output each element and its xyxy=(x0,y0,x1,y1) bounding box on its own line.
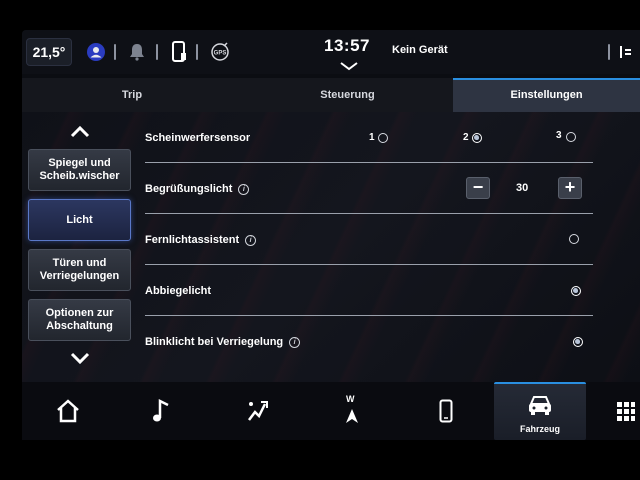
setting-label: Begrüßungslicht i xyxy=(145,183,250,195)
navigation-icon: W xyxy=(342,394,362,426)
compass-label: W xyxy=(346,394,355,404)
nav-label: Fahrzeug xyxy=(519,424,560,434)
setting-row-blinklicht: Blinklicht bei Verriegelung i xyxy=(145,316,593,367)
settings-panel: Spiegel und Scheib.wischer Licht Türen un… xyxy=(22,112,640,382)
setting-row-begruessungslicht: Begrüßungslicht i − 30 + xyxy=(145,163,593,214)
option-label: 2 xyxy=(463,132,469,143)
music-note-icon xyxy=(153,398,169,422)
sidebar-item-label: Spiegel und xyxy=(48,157,111,169)
status-divider xyxy=(196,44,198,60)
nav-fahrzeug[interactable]: Fahrzeug xyxy=(494,382,586,440)
infotainment-screen: 21,5° GPS 13:57 Kein Gerät Trip Steuerun… xyxy=(22,30,640,440)
info-icon[interactable]: i xyxy=(245,234,257,246)
option-label: 3 xyxy=(556,130,562,141)
nav-media[interactable] xyxy=(134,382,190,440)
climate-fan-icon xyxy=(248,401,268,421)
setting-label-text: Fernlichtassistent xyxy=(145,234,240,246)
chevron-down-icon[interactable] xyxy=(339,58,359,76)
notification-bell-icon[interactable] xyxy=(126,40,148,64)
radio-option-2[interactable] xyxy=(472,133,482,143)
tab-bar: Trip Steuerung Einstellungen xyxy=(22,78,640,112)
sidebar-item-label: Verriegelungen xyxy=(39,270,120,282)
bottom-nav: W Fahrzeug xyxy=(22,382,640,440)
nav-phone[interactable] xyxy=(418,382,474,440)
apps-grid-icon xyxy=(617,402,635,421)
tab-einstellungen[interactable]: Einstellungen xyxy=(453,78,640,112)
setting-label: Blinklicht bei Verriegelung i xyxy=(145,336,301,348)
setting-label-text: Begrüßungslicht xyxy=(145,183,233,195)
menu-lines-icon[interactable] xyxy=(618,44,632,65)
scroll-down-icon[interactable] xyxy=(68,350,92,366)
nav-apps[interactable] xyxy=(610,382,640,440)
sidebar-item-licht[interactable]: Licht xyxy=(28,199,131,241)
tab-trip[interactable]: Trip xyxy=(22,78,242,112)
radio-option-1[interactable] xyxy=(378,133,388,143)
nav-navigation[interactable]: W xyxy=(324,382,380,440)
stepper-value: 30 xyxy=(516,182,529,194)
gps-icon: GPS xyxy=(208,40,232,64)
sidebar-item-label: Licht xyxy=(66,213,93,226)
sidebar-item-abschaltung[interactable]: Optionen zur Abschaltung xyxy=(28,299,131,341)
phone-icon xyxy=(439,399,453,423)
status-bar: 21,5° GPS 13:57 Kein Gerät xyxy=(22,30,640,74)
phone-status-icon[interactable] xyxy=(168,40,190,64)
nav-home[interactable] xyxy=(40,382,96,440)
sidebar-item-label: Türen und xyxy=(52,257,107,269)
clock: 13:57 xyxy=(324,36,370,55)
setting-label-text: Blinklicht bei Verriegelung xyxy=(145,336,284,348)
setting-row-fernlichtassistent: Fernlichtassistent i xyxy=(145,214,593,265)
toggle-abbiegelicht[interactable] xyxy=(571,286,581,296)
profile-icon[interactable] xyxy=(84,40,108,64)
svg-text:GPS: GPS xyxy=(214,51,227,57)
toggle-blinklicht[interactable] xyxy=(573,337,583,347)
setting-row-scheinwerfersensor: Scheinwerfersensor 1 2 3 xyxy=(145,112,593,163)
increment-button[interactable]: + xyxy=(558,177,582,199)
status-divider xyxy=(114,44,116,60)
info-icon[interactable]: i xyxy=(238,183,250,195)
radio-option-3[interactable] xyxy=(566,132,576,142)
scroll-up-icon[interactable] xyxy=(68,124,92,140)
sidebar-item-spiegel[interactable]: Spiegel und Scheib.wischer xyxy=(28,149,131,191)
car-icon xyxy=(529,396,551,415)
toggle-fernlicht[interactable] xyxy=(569,234,579,244)
setting-label: Scheinwerfersensor xyxy=(145,132,251,144)
sidebar-item-tueren[interactable]: Türen und Verriegelungen xyxy=(28,249,131,291)
status-divider xyxy=(156,44,158,60)
sidebar-item-label: Abschaltung xyxy=(46,320,113,332)
home-icon xyxy=(57,399,79,423)
device-status: Kein Gerät xyxy=(392,44,448,56)
decrement-button[interactable]: − xyxy=(466,177,490,199)
sidebar-item-label: Optionen zur xyxy=(45,307,114,319)
temperature-display[interactable]: 21,5° xyxy=(26,38,72,66)
info-icon[interactable]: i xyxy=(289,336,301,348)
status-divider xyxy=(608,44,610,60)
nav-climate[interactable] xyxy=(230,382,286,440)
setting-label: Fernlichtassistent i xyxy=(145,234,257,246)
option-label: 1 xyxy=(369,132,375,143)
setting-label: Abbiegelicht xyxy=(145,285,212,297)
setting-row-abbiegelicht: Abbiegelicht xyxy=(145,265,593,316)
sidebar-item-label: Scheib.wischer xyxy=(39,170,120,182)
tab-steuerung[interactable]: Steuerung xyxy=(242,78,453,112)
